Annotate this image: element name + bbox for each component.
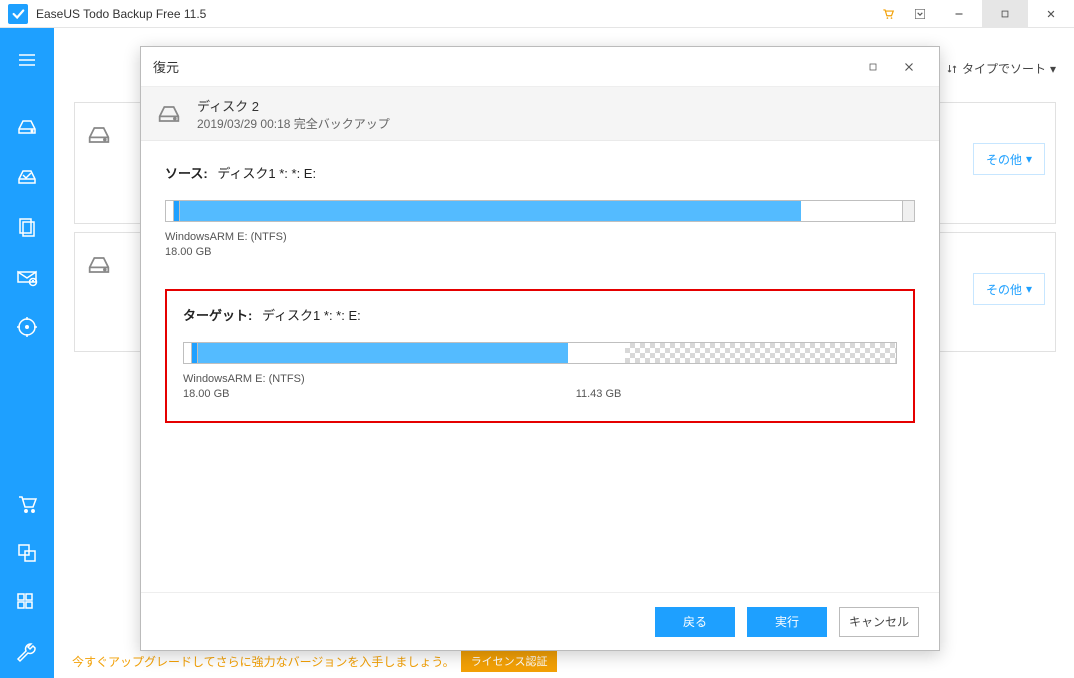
modal-close-button[interactable]	[891, 47, 927, 87]
sidebar	[0, 28, 54, 678]
minimize-button[interactable]	[936, 0, 982, 28]
restore-modal: 復元 ディスク 2 2019/03/29 00:18 完全バックアップ ソース:…	[140, 46, 940, 651]
shop-icon[interactable]	[0, 478, 54, 528]
run-button[interactable]: 実行	[747, 607, 827, 637]
promo-text: 今すぐアップグレードしてさらに強力なバージョンを入手しましょう。	[72, 653, 455, 670]
target-disk-bar[interactable]	[183, 342, 897, 364]
sort-button[interactable]: タイプでソート ▾	[946, 60, 1056, 77]
app-titlebar: EaseUS Todo Backup Free 11.5	[0, 0, 1074, 28]
modal-footer: 戻る 実行 キャンセル	[141, 592, 939, 650]
sort-label: タイプでソート	[962, 60, 1046, 77]
close-button[interactable]	[1028, 0, 1074, 28]
license-button[interactable]: ライセンス認証	[461, 650, 558, 672]
chevron-down-icon: ▾	[1050, 62, 1056, 76]
menu-icon[interactable]	[0, 38, 54, 82]
disk-name: ディスク 2	[197, 96, 390, 115]
clone-icon[interactable]	[0, 528, 54, 578]
modal-title: 復元	[153, 57, 179, 76]
back-button[interactable]: 戻る	[655, 607, 735, 637]
modal-header: ディスク 2 2019/03/29 00:18 完全バックアップ	[141, 87, 939, 141]
cart-icon[interactable]	[872, 0, 904, 28]
mail-backup-icon[interactable]	[0, 252, 54, 302]
disk-icon	[85, 251, 113, 279]
target-highlight-box: ターゲット: ディスク1 *: *: E: WindowsARM E: (NTF…	[165, 289, 915, 423]
modal-maximize-button[interactable]	[855, 47, 891, 87]
system-backup-icon[interactable]	[0, 152, 54, 202]
maximize-button[interactable]	[982, 0, 1028, 28]
source-row-label: ソース: ディスク1 *: *: E:	[165, 163, 915, 182]
settings-icon[interactable]	[0, 628, 54, 678]
disk-backup-icon[interactable]	[0, 102, 54, 152]
app-logo	[8, 4, 28, 24]
target-partition-info: WindowsARM E: (NTFS) 18.00 GB 11.43 GB	[183, 372, 897, 403]
other-button-2[interactable]: その他▾	[973, 273, 1045, 305]
dropdown-icon[interactable]	[904, 0, 936, 28]
modal-titlebar: 復元	[141, 47, 939, 87]
target-row-label: ターゲット: ディスク1 *: *: E:	[183, 305, 897, 324]
upgrade-promo: 今すぐアップグレードしてさらに強力なバージョンを入手しましょう。 ライセンス認証	[72, 650, 557, 672]
disk-subtitle: 2019/03/29 00:18 完全バックアップ	[197, 115, 390, 132]
disk-icon	[155, 100, 183, 128]
file-backup-icon[interactable]	[0, 202, 54, 252]
smart-backup-icon[interactable]	[0, 302, 54, 352]
cancel-button[interactable]: キャンセル	[839, 607, 919, 637]
source-disk-bar[interactable]	[165, 200, 915, 222]
tools-icon[interactable]	[0, 578, 54, 628]
disk-icon	[85, 121, 113, 149]
other-button-1[interactable]: その他▾	[973, 143, 1045, 175]
source-partition-info: WindowsARM E: (NTFS) 18.00 GB	[165, 230, 915, 261]
app-title: EaseUS Todo Backup Free 11.5	[36, 7, 206, 21]
